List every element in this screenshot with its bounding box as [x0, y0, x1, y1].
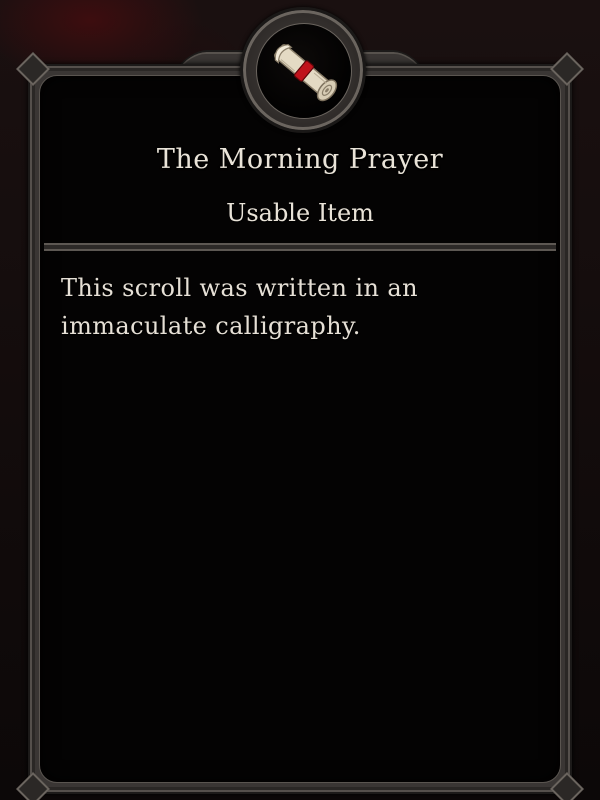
scroll-icon: [256, 23, 352, 119]
item-type: Usable Item: [226, 199, 374, 227]
item-description: This scroll was written in an immaculate…: [61, 274, 418, 340]
item-name: The Morning Prayer: [156, 144, 444, 175]
header-divider: [44, 243, 556, 251]
tooltip-body: [39, 75, 561, 783]
item-icon-frame: [240, 7, 366, 133]
